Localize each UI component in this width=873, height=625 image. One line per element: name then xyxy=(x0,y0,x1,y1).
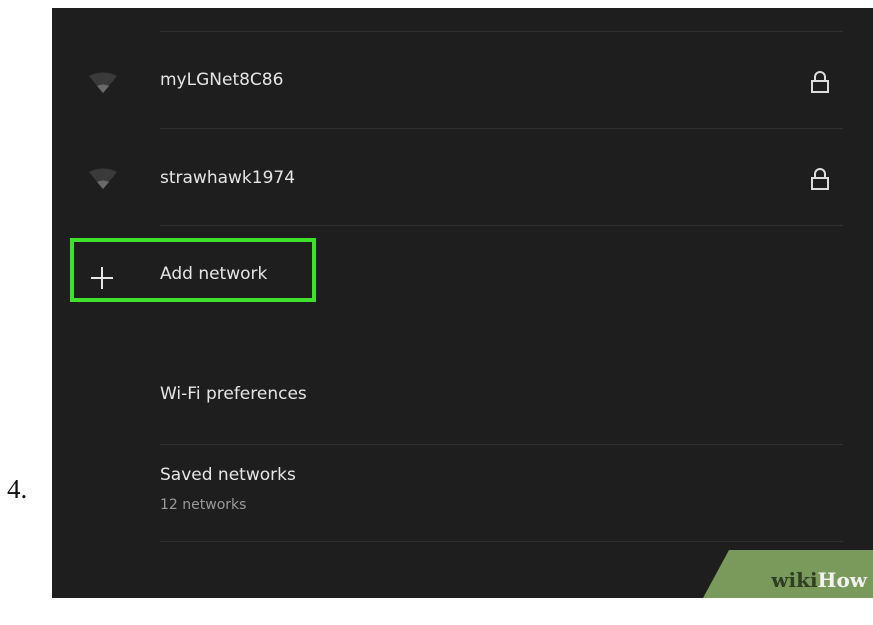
watermark-how: How xyxy=(817,568,867,592)
step-number: 4. xyxy=(7,474,28,504)
wifi-icon xyxy=(89,72,117,93)
wifi-icon xyxy=(89,168,117,189)
wifi-preferences-item[interactable]: Wi-Fi preferences xyxy=(160,384,307,404)
saved-networks-label: Saved networks xyxy=(160,465,296,485)
lock-icon xyxy=(811,71,829,93)
network-name: myLGNet8C86 xyxy=(160,70,284,90)
watermark-wiki: wiki xyxy=(771,568,818,592)
saved-networks-count: 12 networks xyxy=(160,497,247,513)
divider xyxy=(160,128,843,129)
wifi-settings-screen: myLGNet8C86 strawhawk1974 Add network Wi… xyxy=(52,8,873,598)
lock-icon xyxy=(811,168,829,190)
wikihow-watermark: wikiHow xyxy=(703,550,873,598)
divider xyxy=(160,225,843,226)
network-name: strawhawk1974 xyxy=(160,168,296,188)
watermark-text: wikiHow xyxy=(771,568,867,592)
divider xyxy=(160,444,843,445)
plus-icon xyxy=(91,267,113,289)
add-network-label: Add network xyxy=(160,264,268,284)
divider xyxy=(160,31,843,32)
divider xyxy=(160,541,843,542)
